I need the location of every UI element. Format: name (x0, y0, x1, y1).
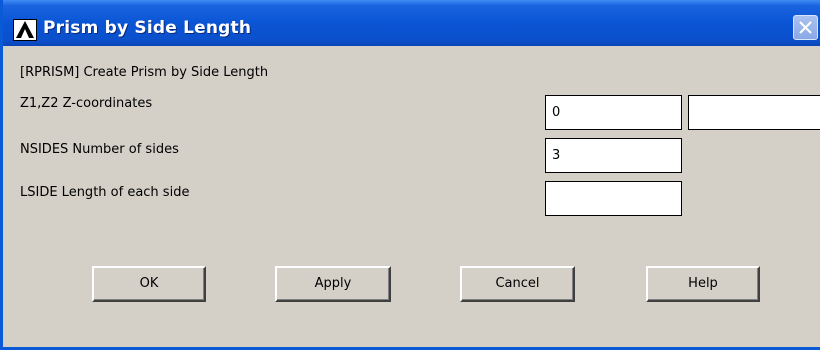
nsides-label: NSIDES Number of sides (20, 142, 179, 157)
ansys-logo-icon (13, 19, 37, 41)
lside-label: LSIDE Length of each side (20, 185, 190, 200)
title-bar[interactable]: Prism by Side Length (3, 0, 820, 46)
cancel-button[interactable]: Cancel (460, 266, 575, 302)
close-button[interactable] (793, 15, 818, 40)
close-icon (799, 21, 812, 34)
nsides-input[interactable]: 3 (545, 138, 682, 173)
command-label: [RPRISM] Create Prism by Side Length (20, 65, 269, 80)
window-title: Prism by Side Length (43, 18, 252, 38)
z1-input[interactable]: 0 (545, 95, 682, 130)
dialog-content: [RPRISM] Create Prism by Side Length Z1,… (6, 46, 820, 347)
ok-button[interactable]: OK (92, 266, 206, 302)
help-button[interactable]: Help (646, 266, 760, 302)
z2-input[interactable] (688, 95, 820, 130)
lside-input[interactable] (545, 181, 682, 216)
apply-button[interactable]: Apply (275, 266, 391, 302)
dialog-window: Prism by Side Length [RPRISM] Create Pri… (0, 0, 820, 350)
z-coordinates-label: Z1,Z2 Z-coordinates (20, 96, 153, 111)
